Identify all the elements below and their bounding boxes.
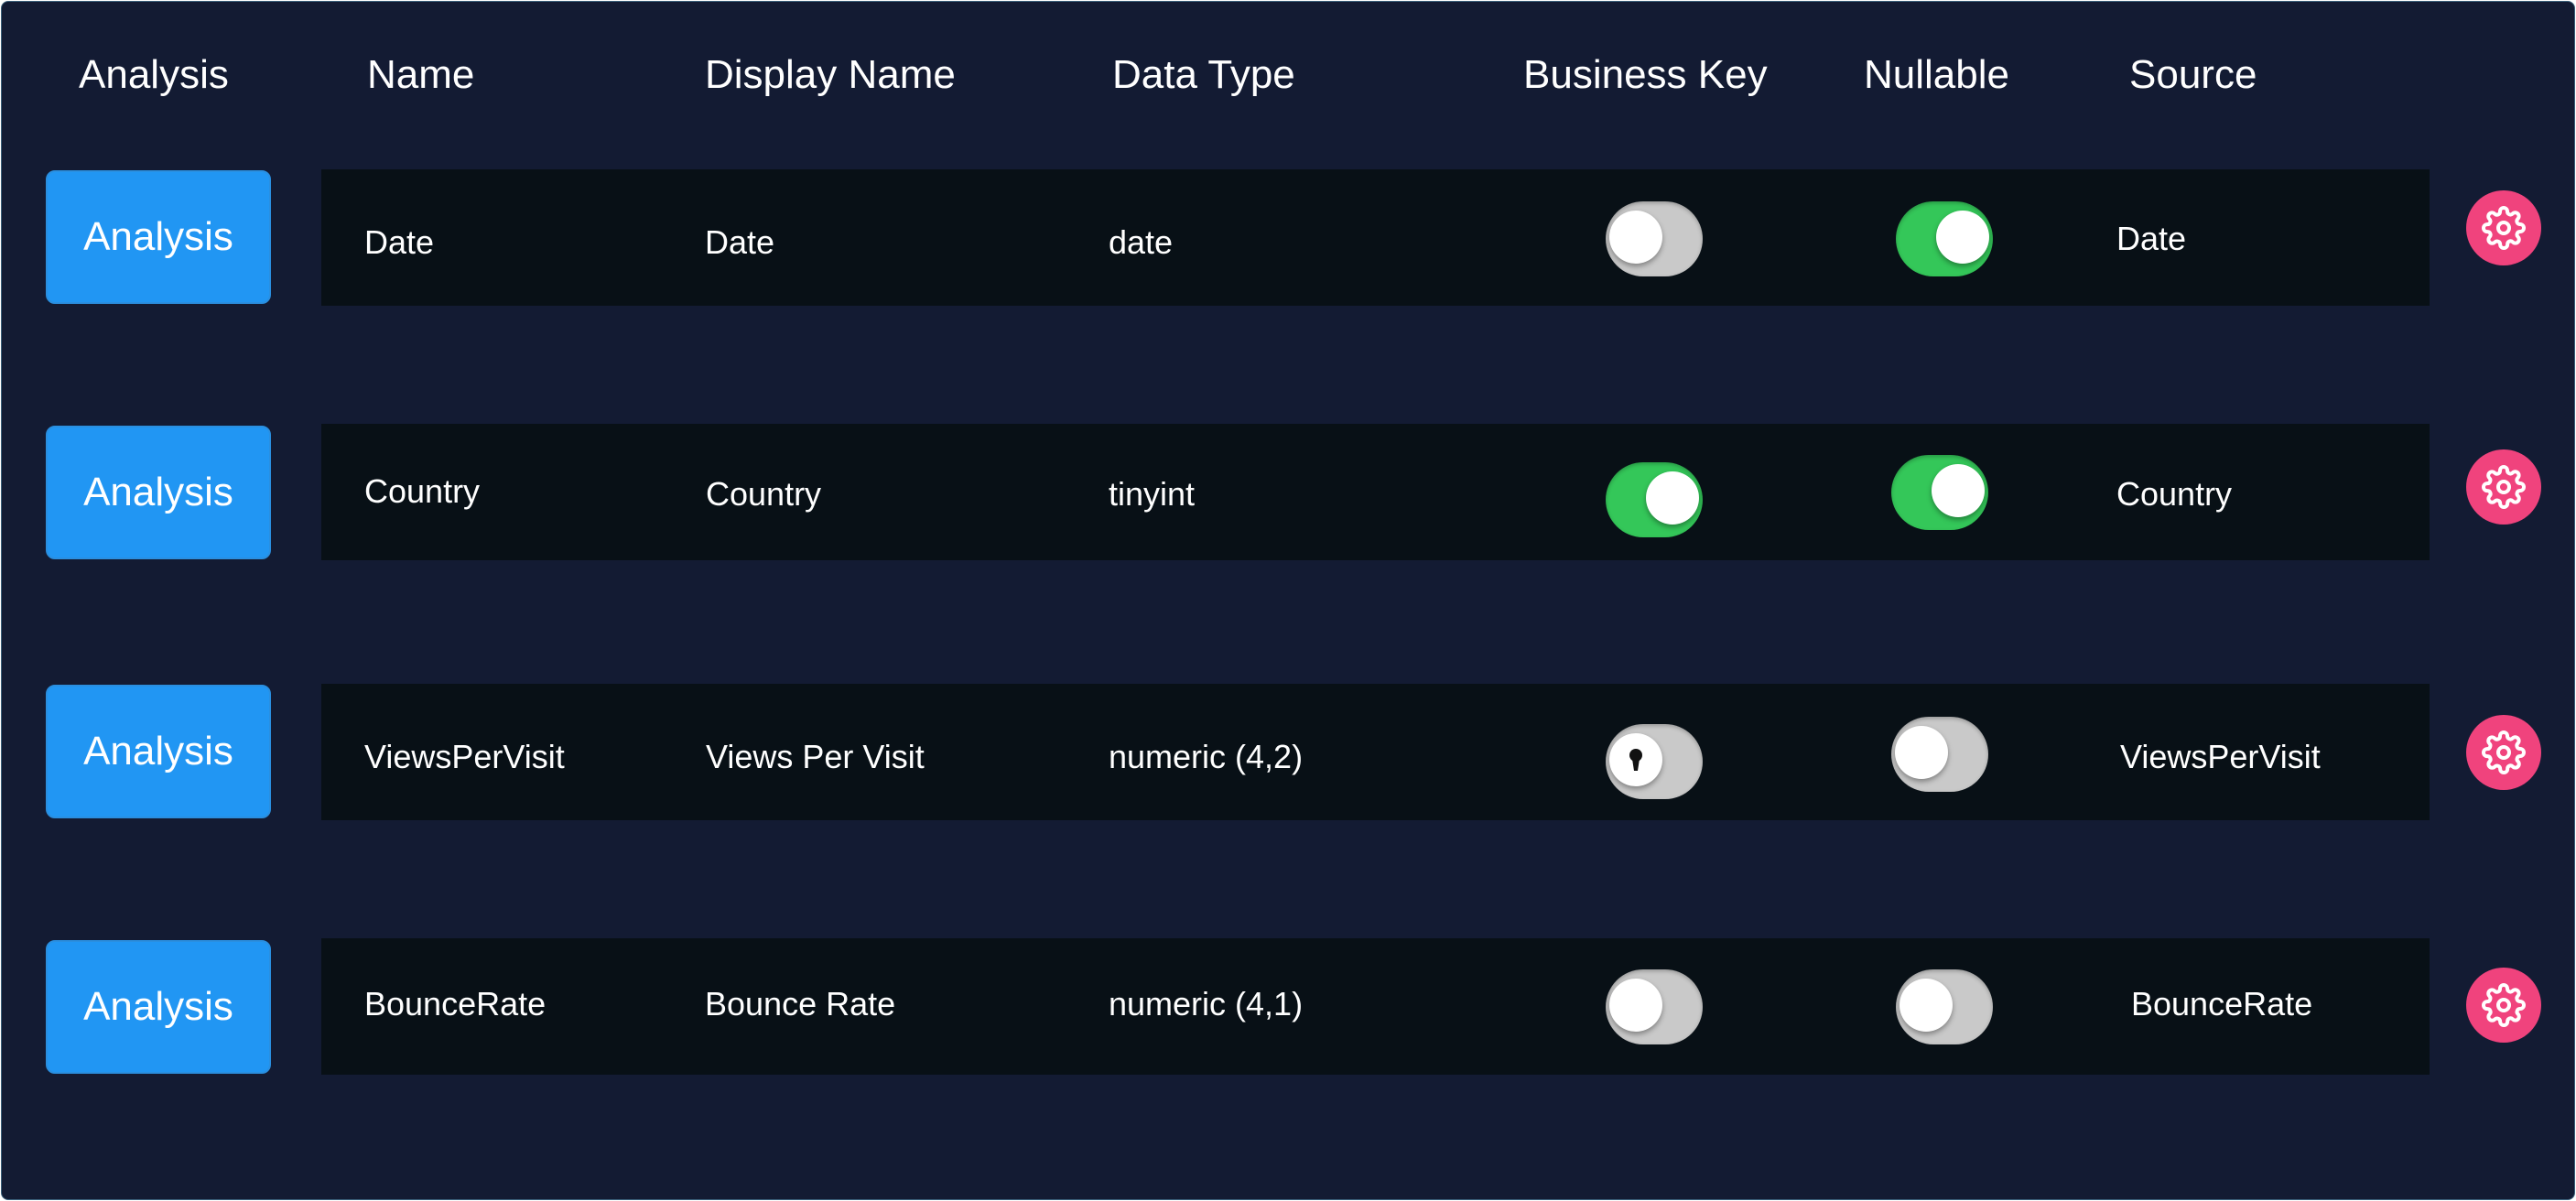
table-row bbox=[321, 424, 2430, 560]
header-analysis: Analysis bbox=[79, 52, 229, 97]
row-source: BounceRate bbox=[2131, 985, 2313, 1022]
analysis-button[interactable]: Analysis bbox=[46, 685, 271, 818]
row-display-name: Bounce Rate bbox=[705, 985, 896, 1022]
row-display-name: Country bbox=[706, 475, 822, 513]
header-name: Name bbox=[367, 52, 475, 97]
gear-icon bbox=[2482, 730, 2526, 774]
toggle-knob bbox=[1932, 464, 1985, 517]
settings-button[interactable] bbox=[2466, 715, 2541, 790]
header-business-key: Business Key bbox=[1523, 52, 1768, 97]
business-key-toggle[interactable] bbox=[1606, 724, 1703, 799]
toggle-knob bbox=[1936, 211, 1989, 264]
row-source: Date bbox=[2116, 220, 2187, 257]
row-data-type: tinyint bbox=[1109, 475, 1196, 513]
row-display-name: Views Per Visit bbox=[706, 738, 925, 775]
analysis-button[interactable]: Analysis bbox=[46, 940, 271, 1074]
row-name: Date bbox=[364, 223, 435, 261]
keyhole-icon bbox=[1629, 749, 1642, 771]
header-nullable: Nullable bbox=[1864, 52, 2009, 97]
row-display-name: Date bbox=[705, 223, 775, 261]
gear-icon bbox=[2482, 206, 2526, 250]
row-name: BounceRate bbox=[364, 985, 547, 1022]
row-source: ViewsPerVisit bbox=[2120, 738, 2321, 775]
settings-button[interactable] bbox=[2466, 190, 2541, 265]
table-row bbox=[321, 169, 2430, 306]
analysis-button[interactable]: Analysis bbox=[46, 170, 271, 304]
business-key-toggle[interactable] bbox=[1606, 201, 1703, 276]
settings-button[interactable] bbox=[2466, 968, 2541, 1043]
gear-icon bbox=[2482, 983, 2526, 1027]
table-row bbox=[321, 938, 2430, 1075]
header-source: Source bbox=[2129, 52, 2257, 97]
header-display-name: Display Name bbox=[705, 52, 956, 97]
toggle-knob bbox=[1609, 979, 1662, 1032]
gear-icon bbox=[2482, 465, 2526, 509]
business-key-toggle[interactable] bbox=[1606, 969, 1703, 1044]
row-data-type: numeric (4,2) bbox=[1109, 738, 1304, 775]
toggle-knob bbox=[1609, 733, 1662, 786]
analysis-button[interactable]: Analysis bbox=[46, 426, 271, 559]
toggle-knob bbox=[1895, 726, 1948, 779]
row-name: ViewsPerVisit bbox=[364, 738, 565, 775]
toggle-knob bbox=[1900, 979, 1953, 1032]
columns-panel: Analysis Name Display Name Data Type Bus… bbox=[1, 1, 2575, 1200]
toggle-knob bbox=[1646, 471, 1699, 525]
settings-button[interactable] bbox=[2466, 449, 2541, 525]
toggle-knob bbox=[1609, 211, 1662, 264]
header-data-type: Data Type bbox=[1112, 52, 1295, 97]
nullable-toggle[interactable] bbox=[1896, 201, 1993, 276]
nullable-toggle[interactable] bbox=[1891, 717, 1988, 792]
row-source: Country bbox=[2116, 475, 2233, 513]
table-row bbox=[321, 684, 2430, 820]
row-name: Country bbox=[364, 472, 481, 510]
row-data-type: numeric (4,1) bbox=[1109, 985, 1304, 1022]
row-data-type: date bbox=[1109, 223, 1174, 261]
business-key-toggle[interactable] bbox=[1606, 462, 1703, 537]
nullable-toggle[interactable] bbox=[1896, 969, 1993, 1044]
nullable-toggle[interactable] bbox=[1891, 455, 1988, 530]
